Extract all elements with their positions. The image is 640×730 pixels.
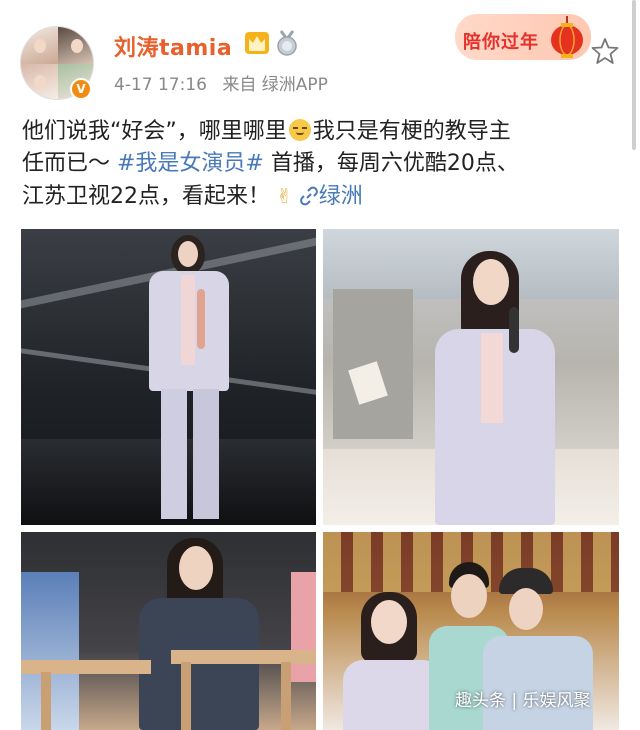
hashtag-link[interactable]: #我是女演员# xyxy=(117,151,264,176)
oasis-link[interactable]: 绿洲 xyxy=(299,184,363,209)
victory-hand-icon: ✌ xyxy=(276,184,293,208)
scrollbar[interactable] xyxy=(632,0,636,150)
avatar-face xyxy=(34,75,46,89)
face-man-2 xyxy=(509,588,543,630)
post-text-segment: 江苏卫视22点，看起来！ xyxy=(22,184,270,209)
post-photo-2[interactable] xyxy=(323,229,619,525)
microphone xyxy=(509,307,519,353)
post-text-line-3: 江苏卫视22点，看起来！ ✌ 绿洲 xyxy=(22,180,622,213)
promo-label: 陪你过年 xyxy=(463,32,539,53)
post-photo-3[interactable] xyxy=(21,532,316,730)
post-text-segment: 我只是有梗的教导主 xyxy=(312,119,511,144)
post-text-line-1: 他们说我“好会”，哪里哪里 我只是有梗的教导主 xyxy=(22,116,622,148)
face xyxy=(473,259,509,305)
trouser-right xyxy=(193,389,219,519)
tweed-jacket xyxy=(139,598,259,730)
post-timestamp: 4-17 17:16 xyxy=(114,75,207,95)
post-text-line-2: 任而已～ #我是女演员# 首播，每周六优酷20点、 xyxy=(22,148,622,180)
trouser-left xyxy=(161,389,187,519)
chair-leg xyxy=(281,662,291,730)
link-icon xyxy=(299,186,318,206)
star-icon[interactable] xyxy=(590,36,620,66)
face-man-1 xyxy=(451,574,487,618)
chair-rail xyxy=(171,650,316,664)
blazer-woman xyxy=(343,660,443,730)
post-source[interactable]: 来自 绿洲APP xyxy=(222,75,328,95)
blouse xyxy=(181,275,195,365)
chair-leg xyxy=(181,662,191,730)
avatar-face xyxy=(71,39,83,53)
verified-badge: V xyxy=(70,78,92,100)
person-right xyxy=(291,572,316,682)
face-woman xyxy=(371,600,407,644)
post-text: 他们说我“好会”，哪里哪里 我只是有梗的教导主 任而已～ #我是女演员# 首播，每… xyxy=(22,116,622,213)
oasis-link-label: 绿洲 xyxy=(318,184,363,209)
avatar-face xyxy=(34,39,46,53)
post-text-segment: 他们说我“好会”，哪里哪里 xyxy=(22,119,287,144)
face xyxy=(178,241,198,267)
crown-icon xyxy=(245,32,269,54)
smile-emoji-icon xyxy=(288,119,311,141)
blouse xyxy=(481,333,503,423)
post-text-segment: 任而已～ xyxy=(22,151,117,176)
chair-leg xyxy=(41,672,51,730)
shirt-man-2 xyxy=(483,636,593,730)
post-header: V 刘涛tamia 4-17 17:16 来自 绿洲APP 陪你过年 xyxy=(0,0,640,110)
lantern-icon xyxy=(551,16,583,58)
face xyxy=(179,546,213,590)
username[interactable]: 刘涛tamia xyxy=(114,30,232,62)
promo-banner[interactable]: 陪你过年 xyxy=(455,14,591,60)
brooch xyxy=(197,289,205,349)
post-meta: 4-17 17:16 来自 绿洲APP xyxy=(114,70,338,95)
watermark: 趣头条 | 乐娱风聚 xyxy=(455,691,591,711)
post-photo-1[interactable] xyxy=(21,229,316,525)
medal-icon xyxy=(277,30,297,56)
post-text-segment: 首播，每周六优酷20点、 xyxy=(263,151,519,176)
